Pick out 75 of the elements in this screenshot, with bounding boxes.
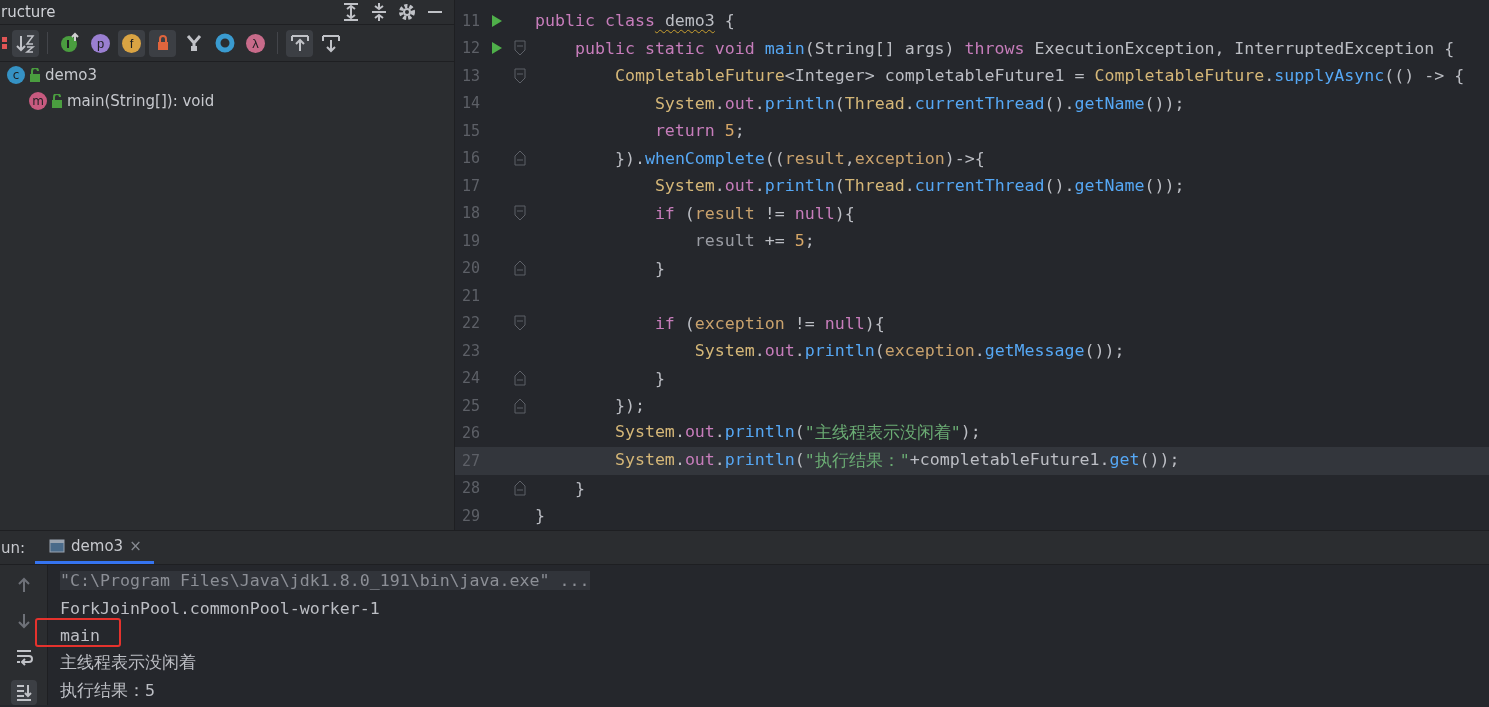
sort-icon	[1, 37, 7, 49]
code-line: if (exception != null){	[653, 313, 885, 333]
fold-end-icon[interactable]	[514, 260, 526, 277]
line-number: 16	[460, 149, 480, 168]
close-icon[interactable]: ×	[129, 537, 142, 555]
console-output: main	[60, 626, 100, 646]
code-line: }	[535, 506, 545, 526]
run-icon[interactable]	[490, 41, 503, 56]
tree-node-icon: c	[7, 66, 25, 84]
tree-item[interactable]: demo3	[45, 66, 98, 84]
sort-alphabetically-icon	[14, 32, 37, 54]
code-line: result += 5;	[693, 231, 815, 251]
console-command: "C:\Program Files\Java\jdk1.8.0_191\bin\java.exe" ...	[60, 571, 590, 591]
code-line: CompletableFuture<Integer> completableFuture1 = CompletableFuture.supplyAsync(() -> {	[613, 66, 1465, 86]
line-number: 20	[460, 259, 480, 278]
unlock-icon	[29, 68, 41, 82]
tree-item[interactable]: main(String[]): void	[67, 92, 215, 110]
line-number: 12	[460, 39, 480, 58]
download-arrow-icon	[319, 32, 342, 54]
code-line: }	[653, 258, 665, 278]
fold-end-icon[interactable]	[514, 370, 526, 387]
line-number: 13	[460, 66, 480, 85]
code-line: System.out.println(Thread.currentThread().getName());	[653, 93, 1185, 113]
code-line: }	[653, 368, 665, 388]
code-line: public static void main(String[] args) throws ExecutionException, InterruptedException {	[573, 38, 1455, 58]
tree-node-icon: m	[29, 92, 47, 110]
toolbar-button[interactable]	[286, 29, 313, 57]
settings-icon[interactable]	[396, 1, 418, 23]
line-number: 11	[460, 11, 480, 30]
upload-arrow-icon	[288, 32, 311, 54]
code-line: if (result != null){	[653, 203, 855, 223]
ring-icon	[213, 32, 236, 54]
line-number: 14	[460, 94, 480, 113]
code-line: System.out.println(Thread.currentThread().getName());	[653, 176, 1185, 196]
toolbar-button[interactable]	[12, 29, 39, 57]
run-icon[interactable]	[490, 13, 503, 28]
line-number: 24	[460, 369, 480, 388]
code-line: }	[573, 478, 585, 498]
line-number: 17	[460, 176, 480, 195]
soft-wrap-icon	[14, 647, 33, 667]
panel-label: un:	[1, 538, 26, 557]
panel-title: ructure	[1, 3, 57, 21]
code-line: System.out.println(exception.getMessage());	[693, 341, 1125, 361]
line-number: 18	[460, 204, 480, 223]
line-number: 19	[460, 231, 480, 250]
fold-icon[interactable]	[514, 40, 526, 57]
scroll-to-end-icon	[14, 682, 33, 702]
line-number: 29	[460, 506, 480, 525]
inherited-icon	[58, 32, 81, 54]
line-number: 26	[460, 424, 480, 443]
run-tab[interactable]: demo3 ×	[35, 531, 154, 564]
console-output: 主线程表示没闲着	[60, 652, 196, 675]
console-tool-button[interactable]	[10, 679, 37, 705]
fold-end-icon[interactable]	[514, 150, 526, 167]
fold-icon[interactable]	[514, 315, 526, 332]
code-line: }).whenComplete((result,exception)->{	[613, 148, 985, 168]
code-line: return 5;	[653, 121, 745, 141]
code-line: public class demo3 {	[535, 11, 735, 31]
code-line: System.out.println("主线程表示没闲着");	[613, 422, 981, 445]
console-output: 执行结果：5	[60, 679, 155, 702]
console-icon	[49, 539, 66, 553]
unlock-icon	[51, 94, 63, 108]
fold-end-icon[interactable]	[514, 397, 526, 414]
fold-end-icon[interactable]	[514, 480, 526, 497]
code-line: });	[613, 396, 645, 416]
fold-icon[interactable]	[514, 67, 526, 84]
line-number: 28	[460, 479, 480, 498]
line-number: 21	[460, 286, 480, 305]
fold-icon[interactable]	[514, 205, 526, 222]
line-number: 25	[460, 396, 480, 415]
line-number: 22	[460, 314, 480, 333]
console-output: ForkJoinPool.commonPool-worker-1	[60, 598, 380, 618]
code-line: System.out.println("执行结果："+completableFuture1.get());	[613, 449, 1180, 472]
line-number: 23	[460, 341, 480, 360]
line-number: 15	[460, 121, 480, 140]
